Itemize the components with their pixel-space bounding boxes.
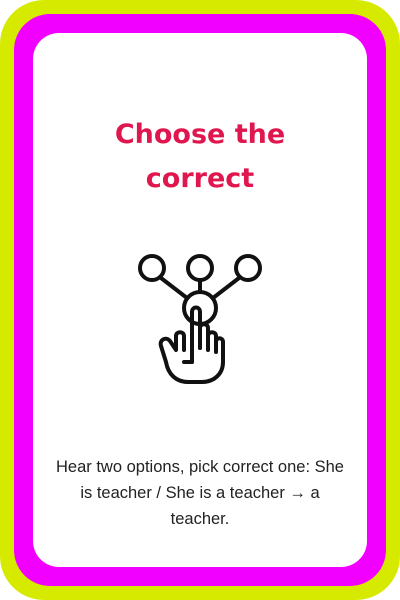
activity-card[interactable]: Choose the correct Hear two options, pic… [33, 33, 367, 567]
card-description: Hear two options, pick correct one: She … [56, 458, 344, 528]
card-title: Choose the correct [114, 119, 286, 194]
hand-select-options-icon [130, 250, 270, 385]
